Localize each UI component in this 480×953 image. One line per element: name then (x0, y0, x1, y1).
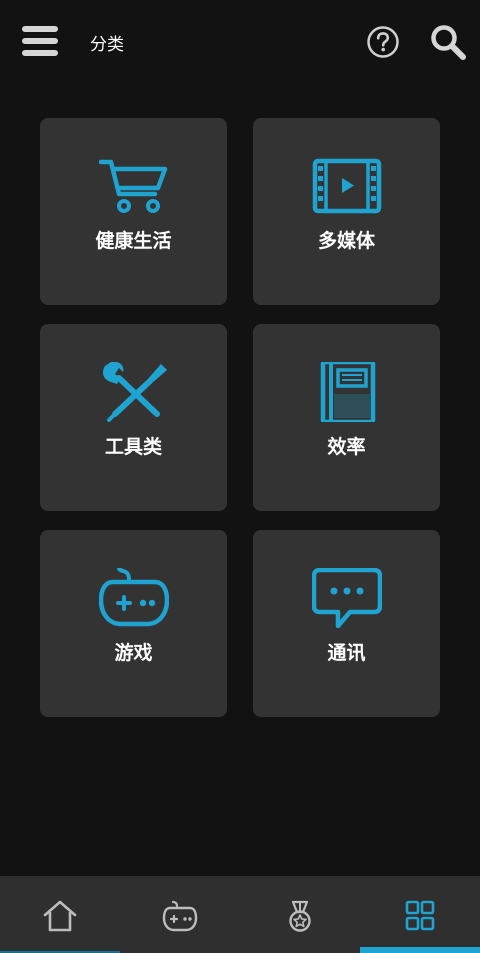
nav-selected-indicator (360, 947, 480, 953)
grid-icon (405, 900, 435, 931)
tools-icon (103, 362, 167, 422)
medal-icon (289, 900, 311, 932)
category-tile-games[interactable]: 游戏 (40, 530, 227, 717)
gamepad-icon (99, 568, 169, 627)
nav-item-games[interactable] (120, 876, 240, 953)
search-icon (431, 25, 466, 60)
menu-button[interactable] (22, 26, 58, 56)
bottom-navigation (0, 876, 480, 953)
category-tile-communication[interactable]: 通讯 (253, 530, 440, 717)
chat-bubble-icon (312, 568, 382, 628)
category-label: 通讯 (327, 642, 366, 664)
gamepad-icon (162, 900, 198, 932)
category-label: 健康生活 (95, 230, 172, 252)
category-tile-multimedia[interactable]: 多媒体 (253, 118, 440, 305)
category-label: 工具类 (104, 436, 162, 458)
search-button[interactable] (429, 23, 467, 61)
category-tile-health[interactable]: 健康生活 (40, 118, 227, 305)
help-button[interactable] (366, 25, 400, 59)
app-bar: 分类 (0, 0, 480, 82)
nav-item-categories[interactable] (360, 876, 480, 953)
category-label: 效率 (327, 436, 366, 458)
notebook-icon (320, 362, 376, 422)
nav-item-home[interactable] (0, 876, 120, 953)
category-tile-efficiency[interactable]: 效率 (253, 324, 440, 511)
category-label: 游戏 (114, 642, 153, 664)
page-title: 分类 (90, 35, 124, 55)
question-circle-icon (367, 26, 399, 58)
category-tile-tools[interactable]: 工具类 (40, 324, 227, 511)
home-icon (43, 900, 77, 932)
category-label: 多媒体 (317, 230, 375, 252)
film-strip-icon (312, 158, 382, 214)
nav-item-rankings[interactable] (240, 876, 360, 953)
shopping-cart-icon (99, 159, 168, 213)
hamburger-menu-icon (22, 26, 58, 32)
